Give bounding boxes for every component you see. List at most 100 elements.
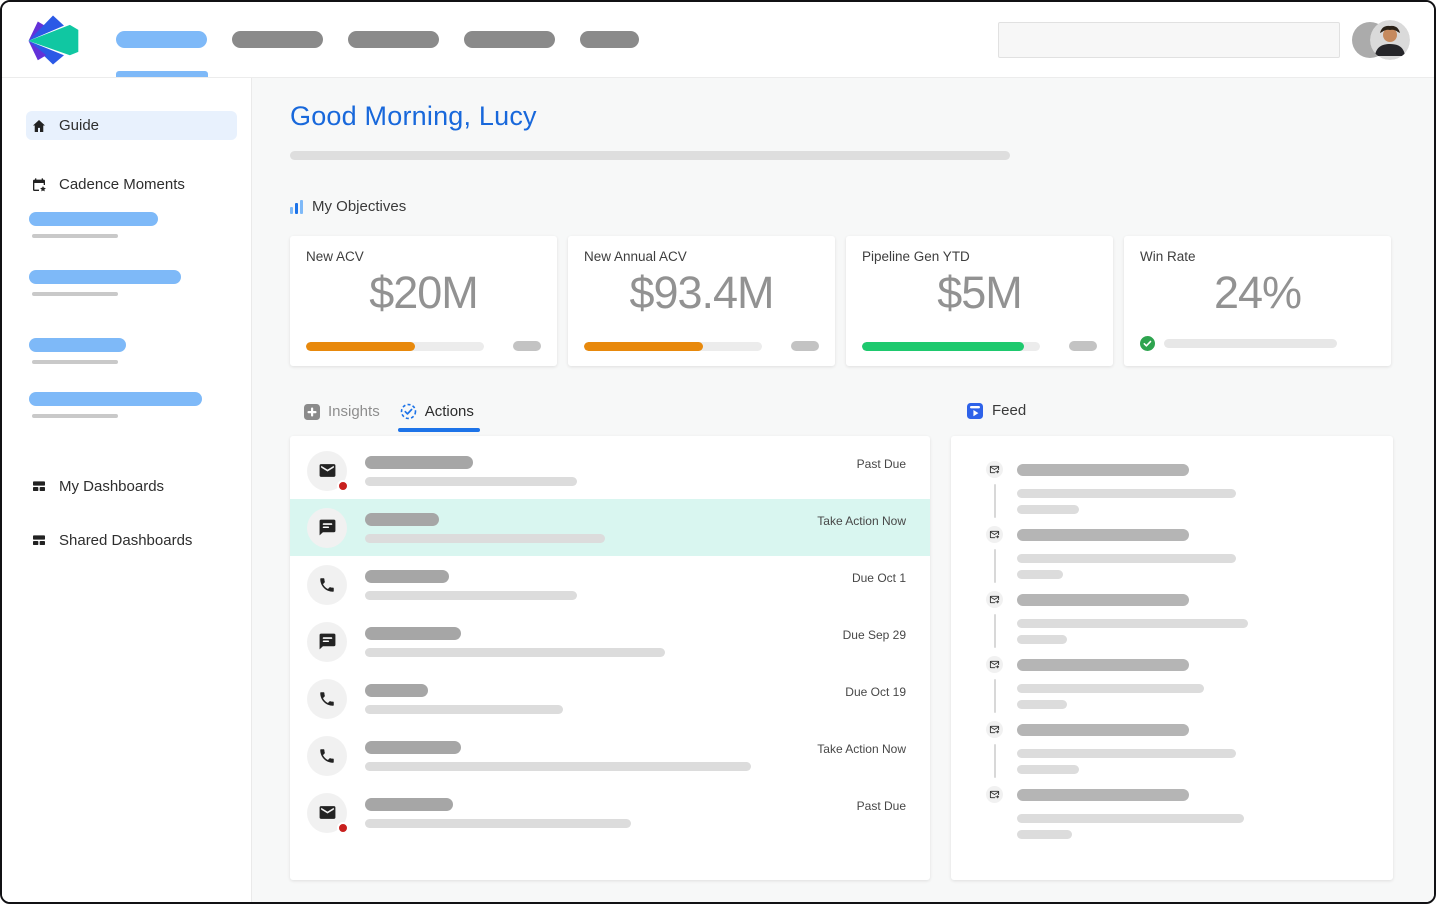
dashboard-icon bbox=[31, 478, 47, 494]
chat-icon bbox=[318, 632, 337, 651]
action-status-label: Take Action Now bbox=[817, 514, 906, 528]
nav-item-active[interactable] bbox=[116, 31, 207, 48]
active-nav-underline bbox=[116, 71, 208, 77]
feed-list-item[interactable] bbox=[986, 656, 1393, 721]
objective-card[interactable]: Win Rate 24% bbox=[1124, 236, 1391, 366]
sidebar-skeleton-group bbox=[29, 270, 251, 296]
sidebar-item-label: Guide bbox=[59, 117, 99, 134]
progress-fill bbox=[862, 342, 1024, 351]
actions-check-icon bbox=[400, 403, 417, 420]
feed-list-item[interactable] bbox=[986, 461, 1393, 526]
objective-value: $93.4M bbox=[584, 268, 819, 318]
nav-item[interactable] bbox=[580, 31, 639, 48]
skeleton-pill bbox=[29, 338, 126, 352]
action-list-item[interactable]: Take Action Now bbox=[290, 499, 930, 556]
objective-card[interactable]: New ACV $20M bbox=[290, 236, 557, 366]
action-list-item[interactable]: Due Sep 29 bbox=[290, 613, 930, 670]
main-content: Good Morning, Lucy My Objectives New ACV… bbox=[252, 78, 1434, 902]
objective-value: $20M bbox=[306, 268, 541, 318]
feed-connector-line bbox=[994, 614, 996, 648]
feed-play-icon bbox=[967, 403, 983, 419]
feed-list-item[interactable] bbox=[986, 526, 1393, 591]
user-avatar[interactable] bbox=[1352, 20, 1410, 60]
sidebar-loading-list bbox=[29, 212, 251, 418]
skeleton-line bbox=[32, 414, 118, 418]
action-status-label: Take Action Now bbox=[817, 742, 906, 756]
skeleton-line bbox=[32, 292, 118, 296]
app-window: Guide Cadence Moments My Dashboards bbox=[0, 0, 1436, 904]
email-icon bbox=[318, 803, 337, 822]
subtitle-loading-bar bbox=[290, 151, 1010, 160]
skeleton-pill bbox=[29, 212, 158, 226]
check-circle-icon bbox=[1140, 336, 1155, 351]
progress-track bbox=[584, 342, 762, 351]
action-item-skeleton-text bbox=[365, 684, 563, 714]
sidebar-skeleton-group bbox=[29, 212, 251, 238]
email-forward-icon bbox=[989, 789, 1000, 800]
tab-actions[interactable]: Actions bbox=[400, 403, 474, 429]
sidebar-item-label: My Dashboards bbox=[59, 478, 164, 495]
objective-cards-row: New ACV $20M New Annual ACV $93.4M Pipel… bbox=[290, 236, 1434, 366]
email-forward-icon bbox=[989, 724, 1000, 735]
greeting-heading: Good Morning, Lucy bbox=[290, 101, 1434, 132]
action-list-item[interactable]: Due Oct 19 bbox=[290, 670, 930, 727]
feed-item-skeleton-text bbox=[1017, 591, 1248, 656]
objective-progress bbox=[1140, 336, 1375, 351]
dashboard-icon bbox=[31, 532, 47, 548]
actions-panel: Past Due Take Action Now Due Oct 1 bbox=[290, 436, 930, 880]
action-item-skeleton-text bbox=[365, 513, 605, 543]
sidebar-item-my-dashboards[interactable]: My Dashboards bbox=[26, 474, 237, 498]
tab-insights[interactable]: Insights bbox=[304, 403, 380, 429]
insights-actions-tabs: Insights Actions bbox=[290, 399, 930, 429]
feed-item-skeleton-text bbox=[1017, 786, 1244, 851]
objective-card[interactable]: New Annual ACV $93.4M bbox=[568, 236, 835, 366]
action-item-skeleton-text bbox=[365, 798, 631, 828]
progress-track bbox=[1164, 339, 1337, 348]
action-status-label: Due Sep 29 bbox=[843, 628, 906, 642]
primary-nav bbox=[116, 31, 639, 48]
feed-list-item[interactable] bbox=[986, 721, 1393, 786]
action-list-item[interactable]: Past Due bbox=[290, 784, 930, 841]
clari-logo-icon[interactable] bbox=[26, 13, 80, 67]
feed-item-skeleton-text bbox=[1017, 461, 1236, 526]
feed-panel bbox=[951, 436, 1393, 880]
action-item-skeleton-text bbox=[365, 456, 577, 486]
action-item-skeleton-text bbox=[365, 627, 665, 657]
phone-icon bbox=[318, 690, 336, 708]
tab-label: Actions bbox=[425, 403, 474, 420]
action-item-skeleton-text bbox=[365, 570, 577, 600]
top-navigation-bar bbox=[2, 2, 1434, 78]
objective-title: Pipeline Gen YTD bbox=[862, 249, 1097, 264]
action-list-item[interactable]: Past Due bbox=[290, 442, 930, 499]
calendar-star-icon bbox=[31, 177, 47, 193]
feed-section-header: Feed bbox=[951, 399, 1393, 429]
objective-progress bbox=[306, 341, 541, 351]
objective-value: $5M bbox=[862, 268, 1097, 318]
action-list-item[interactable]: Due Oct 1 bbox=[290, 556, 930, 613]
progress-fill bbox=[584, 342, 703, 351]
action-status-label: Due Oct 1 bbox=[852, 571, 906, 585]
feed-list-item[interactable] bbox=[986, 786, 1393, 851]
action-list-item[interactable]: Take Action Now bbox=[290, 727, 930, 784]
progress-tail-pill bbox=[513, 341, 541, 351]
nav-item[interactable] bbox=[464, 31, 555, 48]
sidebar-item-cadence-moments[interactable]: Cadence Moments bbox=[26, 170, 237, 199]
objective-title: New ACV bbox=[306, 249, 541, 264]
skeleton-line bbox=[32, 234, 118, 238]
skeleton-pill bbox=[29, 270, 181, 284]
nav-item[interactable] bbox=[232, 31, 323, 48]
objective-card[interactable]: Pipeline Gen YTD $5M bbox=[846, 236, 1113, 366]
action-status-label: Past Due bbox=[857, 457, 906, 471]
objective-progress bbox=[584, 341, 819, 351]
feed-list-item[interactable] bbox=[986, 591, 1393, 656]
phone-icon bbox=[318, 576, 336, 594]
nav-item[interactable] bbox=[348, 31, 439, 48]
feed-connector-line bbox=[994, 744, 996, 778]
objective-title: Win Rate bbox=[1140, 249, 1375, 264]
sidebar-item-guide[interactable]: Guide bbox=[26, 111, 237, 140]
sidebar-item-shared-dashboards[interactable]: Shared Dashboards bbox=[26, 528, 237, 552]
sidebar-item-label: Cadence Moments bbox=[59, 176, 185, 193]
feed-connector-line bbox=[994, 679, 996, 713]
phone-icon bbox=[318, 747, 336, 765]
search-input[interactable] bbox=[998, 22, 1340, 58]
